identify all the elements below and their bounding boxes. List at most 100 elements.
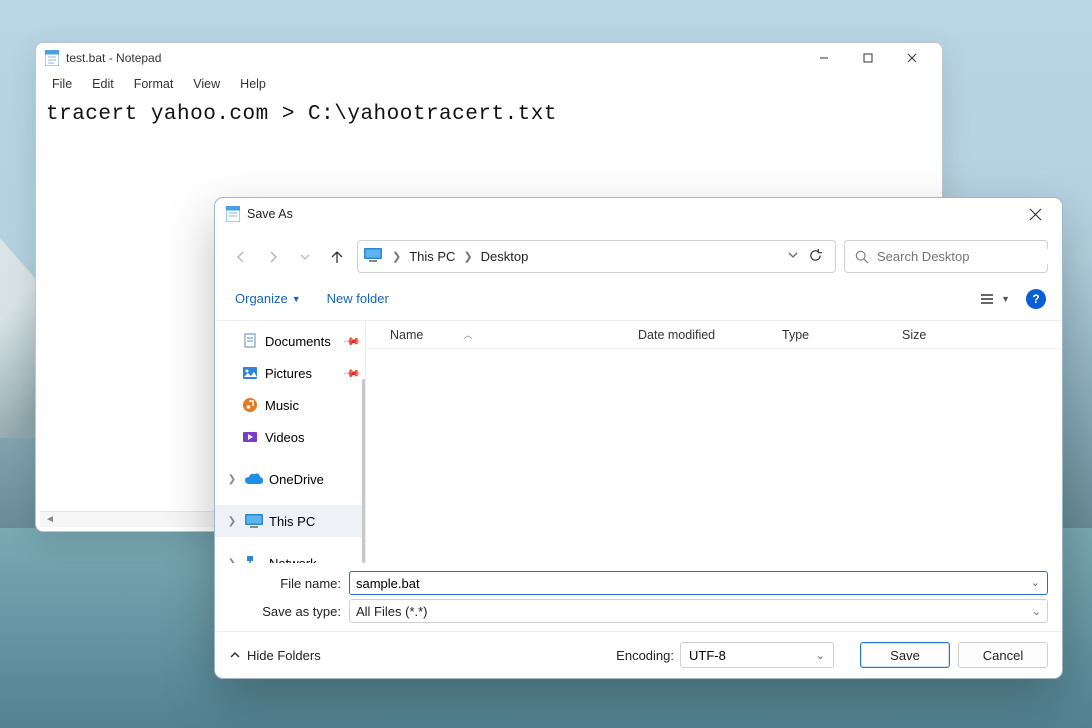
filename-input[interactable] xyxy=(349,571,1048,595)
save-label: Save xyxy=(890,648,920,663)
close-button[interactable] xyxy=(890,43,934,73)
scroll-left-icon[interactable]: ◄ xyxy=(42,513,58,527)
menu-help[interactable]: Help xyxy=(232,75,274,93)
address-bar[interactable]: ❯ This PC ❯ Desktop xyxy=(357,240,836,273)
music-icon xyxy=(241,396,259,414)
menu-edit[interactable]: Edit xyxy=(84,75,122,93)
sidebar-label: Documents xyxy=(265,334,339,349)
encoding-value: UTF-8 xyxy=(689,648,726,663)
dialog-fields: File name: ⌄ Save as type: All Files (*.… xyxy=(215,563,1062,631)
expand-icon[interactable]: ❯ xyxy=(225,558,239,564)
encoding-select[interactable]: UTF-8 ⌄ xyxy=(680,642,834,668)
column-label: Type xyxy=(782,328,809,342)
column-label: Name xyxy=(390,328,423,342)
nav-back-button[interactable] xyxy=(229,245,253,269)
network-icon xyxy=(245,554,263,563)
menu-view[interactable]: View xyxy=(185,75,228,93)
sidebar-item-pictures[interactable]: Pictures 📌 xyxy=(215,357,365,389)
dialog-body: Documents 📌 Pictures 📌 Music Videos ❯ On… xyxy=(215,320,1062,563)
dialog-title: Save As xyxy=(247,207,293,221)
sidebar: Documents 📌 Pictures 📌 Music Videos ❯ On… xyxy=(215,321,365,563)
sidebar-item-onedrive[interactable]: ❯ OneDrive xyxy=(215,463,365,495)
onedrive-icon xyxy=(245,470,263,488)
hide-folders-label: Hide Folders xyxy=(247,648,321,663)
search-box[interactable] xyxy=(844,240,1048,273)
sidebar-item-this-pc[interactable]: ❯ This PC xyxy=(215,505,365,537)
videos-icon xyxy=(241,428,259,446)
notepad-menubar: File Edit Format View Help xyxy=(36,73,942,99)
menu-file[interactable]: File xyxy=(44,75,80,93)
expand-icon[interactable]: ❯ xyxy=(225,474,239,485)
dialog-titlebar[interactable]: Save As xyxy=(215,198,1062,230)
sidebar-item-music[interactable]: Music xyxy=(215,389,365,421)
column-type[interactable]: Type xyxy=(782,321,902,348)
maximize-button[interactable] xyxy=(846,43,890,73)
column-headers: Name ︿ Date modified Type Size xyxy=(366,321,1062,349)
address-dropdown-button[interactable] xyxy=(784,246,802,267)
sidebar-label: Videos xyxy=(265,430,359,445)
minimize-button[interactable] xyxy=(802,43,846,73)
organize-label: Organize xyxy=(235,291,288,306)
notepad-icon xyxy=(44,50,60,66)
caret-down-icon: ▼ xyxy=(292,294,301,304)
sidebar-item-documents[interactable]: Documents 📌 xyxy=(215,325,365,357)
dialog-close-button[interactable] xyxy=(1014,200,1056,228)
search-input[interactable] xyxy=(877,249,1053,264)
nav-up-button[interactable] xyxy=(325,245,349,269)
view-options-button[interactable]: ▼ xyxy=(975,289,1016,309)
documents-icon xyxy=(241,332,259,350)
chevron-right-icon[interactable]: ❯ xyxy=(459,250,476,263)
chevron-right-icon[interactable]: ❯ xyxy=(388,250,405,263)
nav-forward-button[interactable] xyxy=(261,245,285,269)
column-date[interactable]: Date modified xyxy=(638,321,782,348)
sidebar-scrollbar[interactable] xyxy=(362,379,365,563)
pictures-icon xyxy=(241,364,259,382)
this-pc-icon xyxy=(364,248,382,266)
cancel-button[interactable]: Cancel xyxy=(958,642,1048,668)
cancel-label: Cancel xyxy=(983,648,1023,663)
sidebar-label: Network xyxy=(269,556,359,564)
menu-format[interactable]: Format xyxy=(126,75,182,93)
save-button[interactable]: Save xyxy=(860,642,950,668)
search-icon xyxy=(855,250,869,264)
expand-icon[interactable]: ❯ xyxy=(225,516,239,527)
new-folder-label: New folder xyxy=(327,291,389,306)
file-list-area[interactable]: Name ︿ Date modified Type Size xyxy=(365,321,1062,563)
nav-recent-button[interactable] xyxy=(293,245,317,269)
organize-button[interactable]: Organize ▼ xyxy=(231,287,305,310)
notepad-title: test.bat - Notepad xyxy=(66,51,161,65)
column-label: Size xyxy=(902,328,926,342)
caret-down-icon: ⌄ xyxy=(816,649,825,662)
notepad-text[interactable]: tracert yahoo.com > C:\yahootracert.txt xyxy=(40,99,938,132)
notepad-titlebar[interactable]: test.bat - Notepad xyxy=(36,43,942,73)
column-name[interactable]: Name ︿ xyxy=(390,321,638,348)
sidebar-label: Music xyxy=(265,398,359,413)
dialog-footer: Hide Folders Encoding: UTF-8 ⌄ Save Canc… xyxy=(215,631,1062,678)
savetype-label: Save as type: xyxy=(229,604,349,619)
dialog-nav-row: ❯ This PC ❯ Desktop xyxy=(215,230,1062,281)
savetype-value: All Files (*.*) xyxy=(356,604,428,619)
sidebar-item-videos[interactable]: Videos xyxy=(215,421,365,453)
sort-indicator-icon: ︿ xyxy=(463,328,472,341)
pin-icon: 📌 xyxy=(343,364,362,383)
caret-down-icon: ⌄ xyxy=(1032,605,1041,618)
pin-icon: 📌 xyxy=(343,332,362,351)
sidebar-item-network[interactable]: ❯ Network xyxy=(215,547,365,563)
refresh-button[interactable] xyxy=(802,244,829,270)
sidebar-label: This PC xyxy=(269,514,359,529)
save-as-dialog: Save As ❯ This PC ❯ Desktop Organize ▼ Ne… xyxy=(214,197,1063,679)
help-button[interactable]: ? xyxy=(1026,289,1046,309)
column-size[interactable]: Size xyxy=(902,321,982,348)
breadcrumb-desktop[interactable]: Desktop xyxy=(477,247,533,266)
chevron-up-icon xyxy=(229,649,241,661)
new-folder-button[interactable]: New folder xyxy=(323,287,393,310)
sidebar-label: Pictures xyxy=(265,366,339,381)
filename-label: File name: xyxy=(229,576,349,591)
column-label: Date modified xyxy=(638,328,715,342)
hide-folders-button[interactable]: Hide Folders xyxy=(229,648,321,663)
breadcrumb-this-pc[interactable]: This PC xyxy=(405,247,459,266)
list-view-icon xyxy=(981,293,997,305)
savetype-select[interactable]: All Files (*.*) ⌄ xyxy=(349,599,1048,623)
this-pc-icon xyxy=(245,512,263,530)
caret-down-icon: ▼ xyxy=(1001,294,1010,304)
